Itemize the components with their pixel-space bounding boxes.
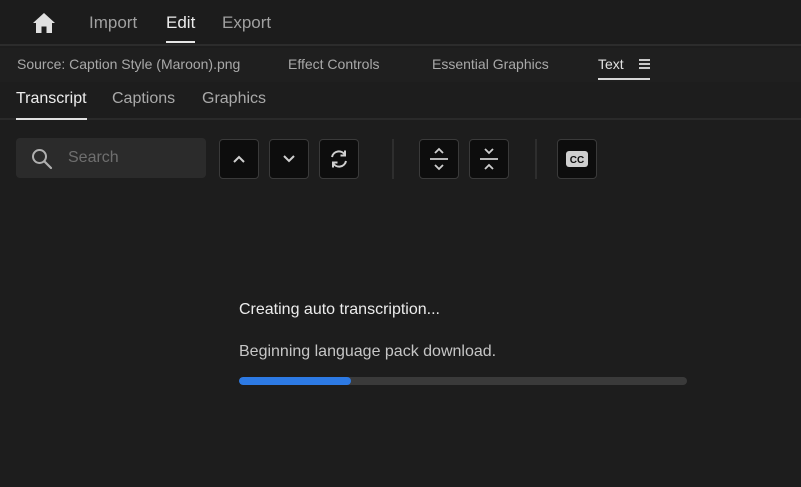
cc-label: CC xyxy=(570,155,584,166)
transcription-status-message: Beginning language pack download. xyxy=(239,343,497,360)
panel-tab-bar: Source: Caption Style (Maroon).png Effec… xyxy=(0,48,801,82)
collapse-vertical-icon xyxy=(480,148,498,170)
collapse-segments-button[interactable] xyxy=(469,139,509,179)
progress-fill xyxy=(239,377,351,385)
workspace-bar: Import Edit Export xyxy=(0,0,801,46)
panel-tab-effect-controls[interactable]: Effect Controls xyxy=(288,56,380,80)
tab-graphics[interactable]: Graphics xyxy=(202,90,266,120)
text-panel-subtabs: Transcript Captions Graphics xyxy=(0,82,801,120)
workspace-tab-edit[interactable]: Edit xyxy=(166,13,196,43)
sync-button[interactable] xyxy=(319,139,359,179)
closed-caption-icon: CC xyxy=(566,151,588,167)
home-button[interactable] xyxy=(31,11,57,35)
search-input[interactable] xyxy=(68,146,198,170)
closed-caption-button[interactable]: CC xyxy=(557,139,597,179)
previous-result-button[interactable] xyxy=(219,139,259,179)
expand-vertical-icon xyxy=(430,147,448,171)
toolbar-divider xyxy=(392,139,394,179)
next-result-button[interactable] xyxy=(269,139,309,179)
panel-menu-icon[interactable] xyxy=(639,59,650,69)
tab-transcript[interactable]: Transcript xyxy=(16,90,87,120)
sync-icon xyxy=(331,150,347,168)
download-progress-bar xyxy=(239,377,687,385)
home-icon xyxy=(33,13,55,33)
panel-tab-essential-graphics[interactable]: Essential Graphics xyxy=(432,56,549,80)
transcript-search[interactable] xyxy=(16,138,206,178)
panel-tab-source[interactable]: Source: Caption Style (Maroon).png xyxy=(17,56,240,80)
workspace-tab-export[interactable]: Export xyxy=(222,13,271,43)
transcription-status-title: Creating auto transcription... xyxy=(239,301,440,318)
workspace-tab-import[interactable]: Import xyxy=(89,13,137,43)
toolbar-divider xyxy=(535,139,537,179)
chevron-up-icon xyxy=(233,155,245,163)
panel-tab-text[interactable]: Text xyxy=(598,56,650,80)
tab-captions[interactable]: Captions xyxy=(112,90,175,120)
search-icon xyxy=(32,149,53,170)
expand-segments-button[interactable] xyxy=(419,139,459,179)
chevron-down-icon xyxy=(283,155,295,163)
